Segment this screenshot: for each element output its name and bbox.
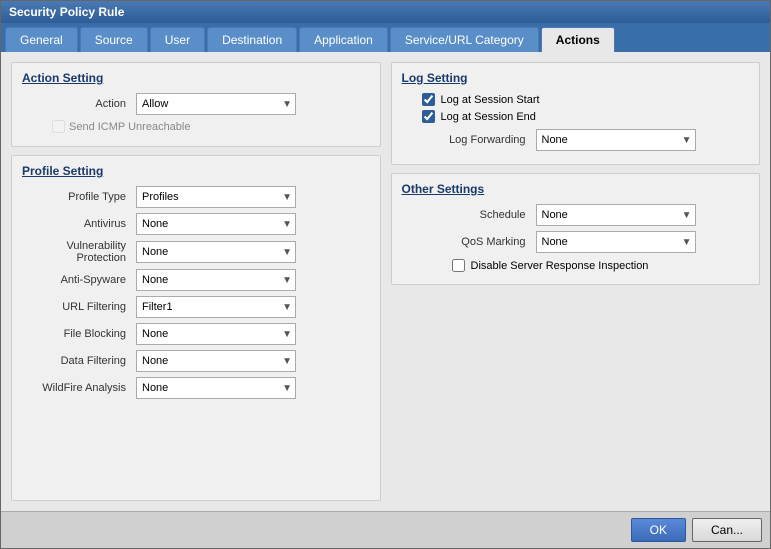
qos-select[interactable]: None <box>536 231 696 253</box>
log-session-end-checkbox[interactable] <box>422 110 435 123</box>
action-setting-title: Action Setting <box>22 71 370 85</box>
action-select-wrap: Allow Deny Drop Reset Client Reset Serve… <box>136 93 296 115</box>
data-row: Data Filtering None ▼ <box>22 350 370 372</box>
wildfire-select[interactable]: None <box>136 377 296 399</box>
send-icmp-checkbox <box>52 120 65 133</box>
title-bar: Security Policy Rule <box>1 1 770 23</box>
disable-server-checkbox[interactable] <box>452 259 465 272</box>
vuln-select-wrap: None ▼ <box>136 241 296 263</box>
log-session-end-row: Log at Session End <box>402 110 750 123</box>
dialog: Security Policy Rule General Source User… <box>0 0 771 549</box>
send-icmp-label: Send ICMP Unreachable <box>69 121 190 133</box>
tab-destination[interactable]: Destination <box>207 27 297 52</box>
right-column: Log Setting Log at Session Start Log at … <box>391 62 761 501</box>
qos-row: QoS Marking None ▼ <box>402 231 750 253</box>
vuln-select[interactable]: None <box>136 241 296 263</box>
data-label: Data Filtering <box>22 355 132 367</box>
log-forwarding-select-wrap: None ▼ <box>536 129 696 151</box>
action-setting-section: Action Setting Action Allow Deny Drop Re… <box>11 62 381 147</box>
schedule-label: Schedule <box>402 209 532 221</box>
data-select-wrap: None ▼ <box>136 350 296 372</box>
schedule-select-wrap: None ▼ <box>536 204 696 226</box>
wildfire-label: WildFire Analysis <box>22 382 132 394</box>
url-select-wrap: Filter1 None ▼ <box>136 296 296 318</box>
log-forwarding-row: Log Forwarding None ▼ <box>402 129 750 151</box>
profile-type-row: Profile Type Profiles Group None ▼ <box>22 186 370 208</box>
profile-setting-section: Profile Setting Profile Type Profiles Gr… <box>11 155 381 501</box>
file-row: File Blocking None ▼ <box>22 323 370 345</box>
profile-type-label: Profile Type <box>22 191 132 203</box>
tab-service-url[interactable]: Service/URL Category <box>390 27 539 52</box>
action-label: Action <box>22 98 132 110</box>
main-content: Action Setting Action Allow Deny Drop Re… <box>1 52 770 511</box>
vuln-row: VulnerabilityProtection None ▼ <box>22 240 370 264</box>
qos-label: QoS Marking <box>402 236 532 248</box>
disable-server-label: Disable Server Response Inspection <box>471 260 649 272</box>
antispyware-row: Anti-Spyware None ▼ <box>22 269 370 291</box>
profile-type-select[interactable]: Profiles Group None <box>136 186 296 208</box>
log-setting-title: Log Setting <box>402 71 750 85</box>
bottom-bar: OK Can... <box>1 511 770 548</box>
left-column: Action Setting Action Allow Deny Drop Re… <box>11 62 381 501</box>
cancel-button[interactable]: Can... <box>692 518 762 542</box>
tab-application[interactable]: Application <box>299 27 388 52</box>
tab-bar: General Source User Destination Applicat… <box>1 23 770 52</box>
vuln-label: VulnerabilityProtection <box>22 240 132 264</box>
file-select-wrap: None ▼ <box>136 323 296 345</box>
file-select[interactable]: None <box>136 323 296 345</box>
log-session-start-row: Log at Session Start <box>402 93 750 106</box>
log-session-start-label: Log at Session Start <box>441 94 540 106</box>
file-label: File Blocking <box>22 328 132 340</box>
disable-server-row: Disable Server Response Inspection <box>402 259 750 272</box>
other-settings-section: Other Settings Schedule None ▼ QoS Marki… <box>391 173 761 285</box>
antivirus-select[interactable]: None <box>136 213 296 235</box>
log-session-end-label: Log at Session End <box>441 111 536 123</box>
schedule-select[interactable]: None <box>536 204 696 226</box>
log-forwarding-select[interactable]: None <box>536 129 696 151</box>
url-label: URL Filtering <box>22 301 132 313</box>
qos-select-wrap: None ▼ <box>536 231 696 253</box>
log-forwarding-label: Log Forwarding <box>402 134 532 146</box>
profile-setting-title: Profile Setting <box>22 164 370 178</box>
antispyware-select-wrap: None ▼ <box>136 269 296 291</box>
profile-type-select-wrap: Profiles Group None ▼ <box>136 186 296 208</box>
antivirus-row: Antivirus None ▼ <box>22 213 370 235</box>
schedule-row: Schedule None ▼ <box>402 204 750 226</box>
antispyware-select[interactable]: None <box>136 269 296 291</box>
wildfire-select-wrap: None ▼ <box>136 377 296 399</box>
ok-button[interactable]: OK <box>631 518 686 542</box>
log-setting-section: Log Setting Log at Session Start Log at … <box>391 62 761 165</box>
other-settings-title: Other Settings <box>402 182 750 196</box>
tab-general[interactable]: General <box>5 27 78 52</box>
tab-source[interactable]: Source <box>80 27 148 52</box>
two-column-layout: Action Setting Action Allow Deny Drop Re… <box>11 62 760 501</box>
send-icmp-row: Send ICMP Unreachable <box>22 120 370 133</box>
log-session-start-checkbox[interactable] <box>422 93 435 106</box>
url-row: URL Filtering Filter1 None ▼ <box>22 296 370 318</box>
data-select[interactable]: None <box>136 350 296 372</box>
antispyware-label: Anti-Spyware <box>22 274 132 286</box>
antivirus-label: Antivirus <box>22 218 132 230</box>
dialog-title: Security Policy Rule <box>9 5 124 19</box>
action-select[interactable]: Allow Deny Drop Reset Client Reset Serve… <box>136 93 296 115</box>
antivirus-select-wrap: None ▼ <box>136 213 296 235</box>
action-field-row: Action Allow Deny Drop Reset Client Rese… <box>22 93 370 115</box>
tab-actions[interactable]: Actions <box>541 27 615 52</box>
tab-user[interactable]: User <box>150 27 205 52</box>
wildfire-row: WildFire Analysis None ▼ <box>22 377 370 399</box>
url-select[interactable]: Filter1 None <box>136 296 296 318</box>
